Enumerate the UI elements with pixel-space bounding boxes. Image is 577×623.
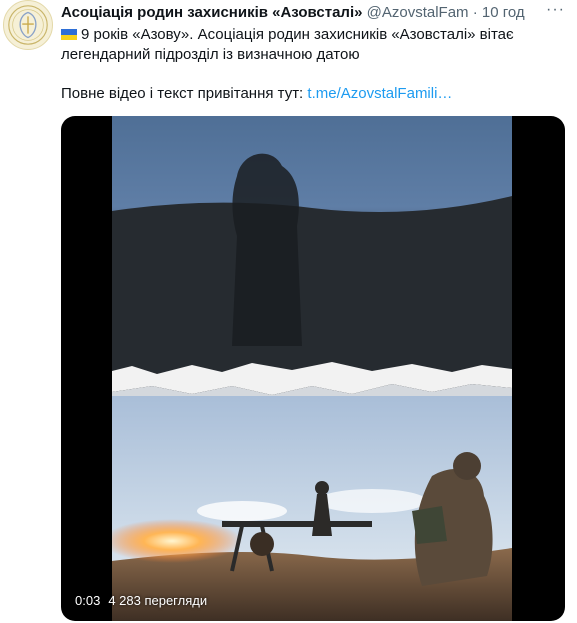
author-handle[interactable]: @AzovstalFam	[367, 4, 469, 21]
tweet-timestamp[interactable]: 10 год	[482, 4, 525, 21]
tweet-text-line3: Повне відео і текст привітання тут: t.me…	[61, 84, 452, 104]
tweet-text-first: 9 років «Азову». Асоціація родин захисни…	[81, 26, 514, 43]
author-avatar[interactable]	[3, 0, 53, 50]
tweet-text-line2: легендарний підрозділ із визначною датою	[61, 46, 360, 63]
video-view-count: 4 283 перегляди	[108, 593, 208, 608]
more-horizontal-icon[interactable]: ···	[546, 2, 565, 18]
link-prefix: Повне відео і текст привітання тут:	[61, 85, 308, 102]
video-frame[interactable]	[112, 116, 512, 621]
video-stats-bar: 0:03 4 283 перегляди	[61, 589, 207, 613]
video-elapsed-time: 0:03	[75, 593, 101, 608]
video-player[interactable]: 0:03 4 283 перегляди	[61, 116, 565, 621]
tweet-text-line1: 9 років «Азову». Асоціація родин захисни…	[61, 25, 551, 45]
tweet[interactable]: Асоціація родин захисників «Азовсталі» @…	[0, 0, 577, 623]
telegram-link[interactable]: t.me/AzovstalFamili…	[307, 85, 452, 102]
ukraine-flag-icon	[61, 29, 77, 40]
author-name[interactable]: Асоціація родин захисників «Азовсталі»	[61, 4, 362, 21]
separator-dot: ·	[472, 4, 478, 21]
tweet-header: Асоціація родин захисників «Азовсталі» @…	[61, 3, 525, 23]
